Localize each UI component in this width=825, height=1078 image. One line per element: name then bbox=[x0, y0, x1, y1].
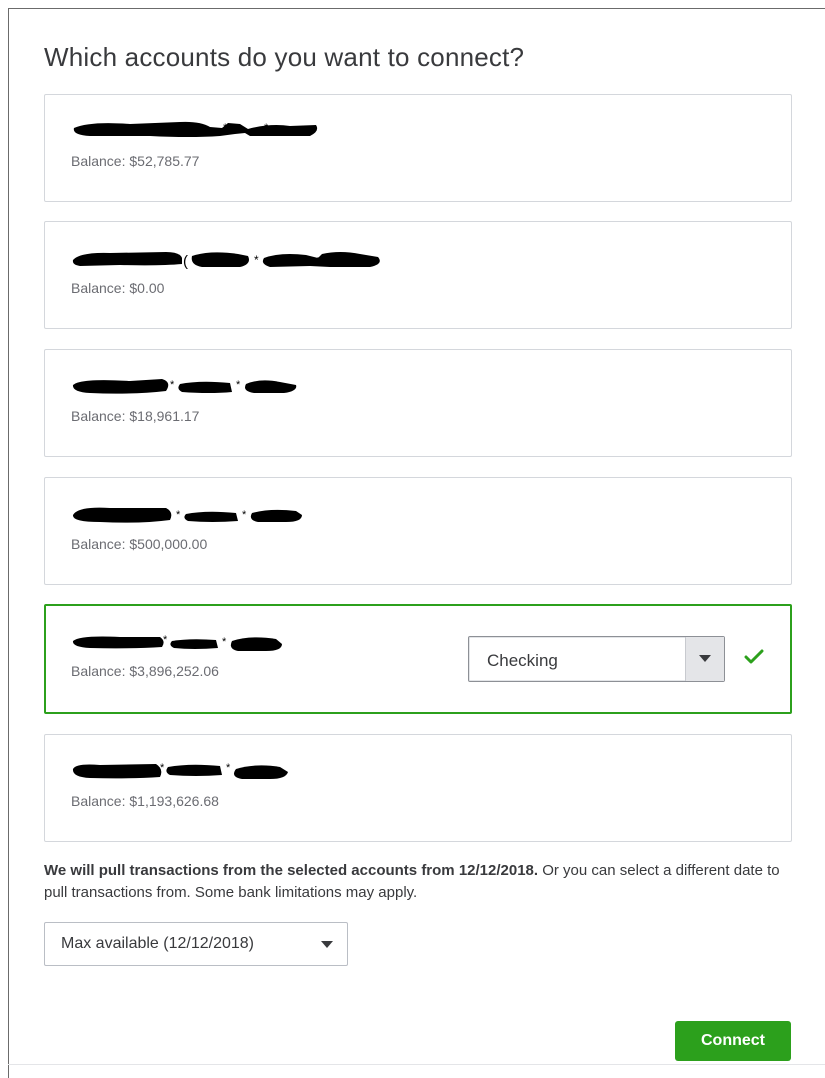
redacted-account-name: ( * * bbox=[72, 252, 380, 270]
svg-text:*: * bbox=[226, 762, 231, 774]
svg-text:*: * bbox=[163, 634, 168, 646]
svg-text:*: * bbox=[236, 379, 241, 391]
account-card[interactable]: * * Balance: $1,193,626.68 bbox=[44, 734, 792, 842]
start-date-value: Max available (12/12/2018) bbox=[61, 935, 255, 952]
redacted-account-name: * * bbox=[72, 634, 282, 651]
transactions-date-note: We will pull transactions from the selec… bbox=[44, 860, 792, 904]
account-card-selected[interactable]: * * Balance: $3,896,252.06 Checking bbox=[44, 604, 792, 714]
account-type-select[interactable]: Checking bbox=[468, 636, 725, 682]
account-balance: Balance: $52,785.77 bbox=[71, 153, 200, 169]
account-type-value: Checking bbox=[487, 651, 558, 670]
account-balance: Balance: $3,896,252.06 bbox=[71, 663, 219, 679]
svg-text:*: * bbox=[242, 509, 247, 521]
svg-text:*: * bbox=[316, 256, 320, 267]
svg-text:*: * bbox=[160, 762, 165, 774]
account-card[interactable]: ( * * Balance: $0.00 bbox=[44, 221, 792, 329]
account-card[interactable]: * * Balance: $500,000.00 bbox=[44, 477, 792, 585]
svg-text:*: * bbox=[176, 509, 181, 521]
account-type-dropdown-button[interactable] bbox=[685, 637, 724, 681]
redacted-account-name: * * bbox=[73, 121, 318, 137]
account-balance: Balance: $18,961.17 bbox=[71, 408, 200, 424]
start-date-select[interactable]: Max available (12/12/2018) bbox=[44, 922, 348, 966]
svg-text:*: * bbox=[254, 253, 259, 267]
caret-down-icon bbox=[699, 655, 711, 662]
svg-text:*: * bbox=[222, 636, 227, 648]
caret-down-icon bbox=[321, 941, 333, 948]
redacted-account-name: * * bbox=[72, 379, 297, 394]
account-balance: Balance: $1,193,626.68 bbox=[71, 793, 219, 809]
redacted-account-name: * * bbox=[72, 507, 302, 523]
account-balance: Balance: $0.00 bbox=[71, 280, 165, 296]
account-card[interactable]: * * Balance: $52,785.77 bbox=[44, 94, 792, 202]
footer-divider bbox=[8, 1064, 825, 1065]
checkmark-icon bbox=[744, 649, 764, 664]
svg-text:*: * bbox=[264, 122, 269, 134]
svg-text:*: * bbox=[170, 379, 175, 391]
connect-button[interactable]: Connect bbox=[675, 1021, 791, 1061]
account-card[interactable]: * * Balance: $18,961.17 bbox=[44, 349, 792, 457]
account-balance: Balance: $500,000.00 bbox=[71, 536, 208, 552]
svg-text:*: * bbox=[223, 122, 228, 134]
transactions-date-note-bold: We will pull transactions from the selec… bbox=[44, 862, 539, 879]
svg-text:(: ( bbox=[183, 253, 188, 270]
dialog-title: Which accounts do you want to connect? bbox=[44, 42, 525, 72]
redacted-account-name: * * bbox=[72, 762, 288, 779]
